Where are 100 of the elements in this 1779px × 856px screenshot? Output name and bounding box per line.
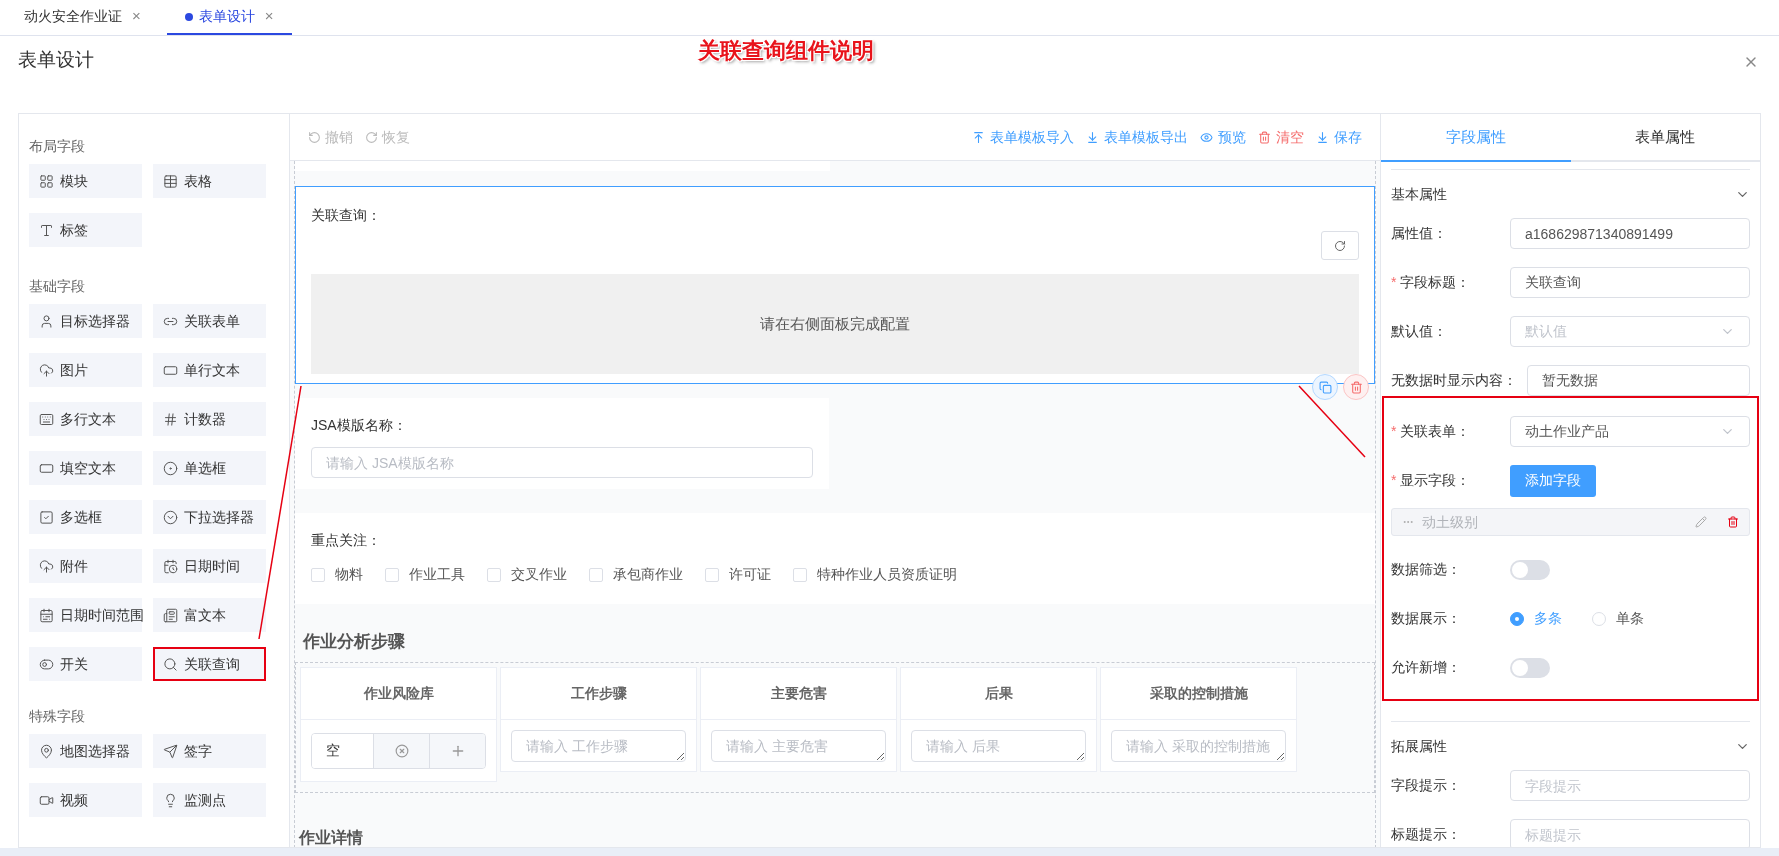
field-type-item[interactable]: 表格 bbox=[153, 164, 266, 198]
send-icon bbox=[163, 743, 178, 759]
field-type-item[interactable]: 开关 bbox=[29, 647, 142, 681]
edit-icon[interactable] bbox=[1695, 516, 1707, 528]
form-item-card[interactable]: 重点关注： 物料 作业工具 交叉作业 承包商作业 许可证 特种作业人员资质证明 bbox=[295, 513, 1375, 604]
checkbox-icon bbox=[39, 509, 54, 525]
field-label: 关联查询： bbox=[311, 206, 381, 225]
table-icon bbox=[163, 173, 178, 189]
field-type-item[interactable]: 单选框 bbox=[153, 451, 266, 485]
page-title: 表单设计 bbox=[18, 48, 94, 72]
select-field[interactable]: 动土作业产品 bbox=[1510, 416, 1750, 447]
add-button[interactable] bbox=[429, 733, 485, 768]
field-label: JSA模版名称： bbox=[311, 416, 407, 435]
close-tab-button[interactable]: × bbox=[132, 5, 141, 28]
field-type-item[interactable]: 计数器 bbox=[153, 402, 266, 436]
text-area[interactable]: 请输入 采取的控制措施 bbox=[1111, 729, 1286, 762]
column-header: 工作步骤 bbox=[501, 668, 696, 720]
page-tab[interactable]: 表单设计 × bbox=[166, 0, 292, 35]
toggle-switch[interactable] bbox=[1510, 559, 1550, 580]
chevron-circle-icon bbox=[163, 509, 178, 525]
panel-tab[interactable]: 表单属性 bbox=[1570, 114, 1760, 162]
field-name: 动土级别 bbox=[1422, 512, 1479, 532]
keyboard-icon bbox=[39, 411, 54, 427]
field-type-item[interactable]: 视频 bbox=[29, 783, 142, 817]
download-icon bbox=[1316, 130, 1329, 144]
calendar-icon bbox=[39, 607, 54, 623]
form-item-card[interactable]: JSA模版名称： 请输入 JSA模版名称 bbox=[295, 398, 829, 489]
refresh-icon bbox=[1334, 239, 1346, 252]
field-type-item[interactable]: 模块 bbox=[29, 164, 142, 198]
property-label: * 字段标题： bbox=[1391, 273, 1472, 292]
field-type-item[interactable]: 单行文本 bbox=[153, 353, 266, 387]
field-type-item[interactable]: 关联表单 bbox=[153, 304, 266, 338]
cloud-upload-icon bbox=[39, 558, 54, 574]
field-type-item[interactable]: 关联查询 bbox=[153, 647, 266, 681]
calendar-clock-icon bbox=[163, 558, 178, 574]
text-input[interactable]: 暂无数据 bbox=[1527, 365, 1750, 396]
upload-icon bbox=[972, 130, 985, 144]
text-input[interactable]: 关联查询 bbox=[1510, 267, 1750, 298]
field-type-item[interactable]: 下拉选择器 bbox=[153, 500, 266, 534]
property-label: 无数据时显示内容： bbox=[1391, 371, 1518, 390]
property-label: 标题提示： bbox=[1391, 825, 1462, 844]
field-type-item[interactable]: 标签 bbox=[29, 213, 142, 247]
field-type-item[interactable]: 签字 bbox=[153, 734, 266, 768]
field-type-item[interactable]: 图片 bbox=[29, 353, 142, 387]
checkbox[interactable]: 作业工具 bbox=[385, 564, 465, 585]
section-header[interactable]: 基本属性 bbox=[1391, 174, 1750, 214]
property-label: 字段提示： bbox=[1391, 776, 1462, 795]
clear-icon bbox=[394, 743, 409, 758]
section-header[interactable]: 拓展属性 bbox=[1391, 726, 1750, 766]
trash-icon bbox=[1258, 130, 1271, 144]
field-type-item[interactable]: 填空文本 bbox=[29, 451, 142, 485]
text-input[interactable]: 请输入 JSA模版名称 bbox=[311, 447, 813, 478]
field-type-item[interactable]: 地图选择器 bbox=[29, 734, 142, 768]
checkbox[interactable]: 物料 bbox=[311, 564, 363, 585]
close-tab-button[interactable]: × bbox=[264, 5, 274, 28]
eye-icon bbox=[1200, 130, 1213, 144]
radio-option[interactable]: 单条 bbox=[1592, 608, 1644, 629]
property-label: * 显示字段： bbox=[1391, 471, 1472, 490]
hash-icon bbox=[163, 411, 178, 427]
page-tab[interactable]: 动火安全作业证 × bbox=[18, 0, 147, 35]
group-title: 基础字段 bbox=[29, 277, 85, 296]
text-icon bbox=[39, 222, 54, 238]
trash-icon[interactable] bbox=[1727, 516, 1739, 528]
trash-icon bbox=[1349, 380, 1363, 394]
section-title: 作业分析步骤 bbox=[301, 631, 406, 653]
text-input[interactable]: 标题提示 bbox=[1510, 819, 1750, 847]
checkbox[interactable]: 许可证 bbox=[705, 564, 771, 585]
lookup-widget[interactable]: 关联查询： 请在右侧面板完成配置 bbox=[295, 186, 1375, 384]
text-area[interactable]: 请输入 主要危害 bbox=[711, 729, 886, 762]
field-type-item[interactable]: 日期时间范围 bbox=[29, 598, 142, 632]
cloud-upload-icon bbox=[39, 362, 54, 378]
field-type-item[interactable]: 日期时间 bbox=[153, 549, 266, 583]
field-type-item[interactable]: 多行文本 bbox=[29, 402, 142, 436]
undo-icon bbox=[308, 130, 321, 144]
annotation-title: 关联查询组件说明 bbox=[698, 37, 874, 65]
checkbox[interactable]: 特种作业人员资质证明 bbox=[793, 564, 957, 585]
text-area[interactable]: 请输入 后果 bbox=[911, 729, 1086, 762]
field-type-item[interactable]: 监测点 bbox=[153, 783, 266, 817]
copy-icon bbox=[1318, 380, 1332, 394]
field-type-item[interactable]: 多选框 bbox=[29, 500, 142, 534]
column-header: 作业风险库 bbox=[301, 668, 496, 720]
refresh-button[interactable] bbox=[1321, 231, 1359, 260]
column-header: 后果 bbox=[901, 668, 1096, 720]
lightbulb-icon bbox=[163, 792, 178, 808]
text-input[interactable]: a168629871340891499 bbox=[1510, 218, 1750, 249]
text-area[interactable]: 请输入 工作步骤 bbox=[511, 729, 686, 762]
field-type-item[interactable]: 富文本 bbox=[153, 598, 266, 632]
field-type-item[interactable]: 目标选择器 bbox=[29, 304, 142, 338]
clear-button[interactable] bbox=[373, 733, 429, 768]
risk-picker[interactable]: 空 bbox=[311, 732, 486, 769]
checkbox[interactable]: 交叉作业 bbox=[487, 564, 567, 585]
radio-icon bbox=[163, 460, 178, 476]
toggle-switch[interactable] bbox=[1510, 657, 1550, 678]
redo-icon bbox=[365, 130, 378, 144]
group-title: 特殊字段 bbox=[29, 707, 85, 726]
field-label: 重点关注： bbox=[311, 531, 381, 550]
checkbox[interactable]: 承包商作业 bbox=[589, 564, 683, 585]
field-type-item[interactable]: 附件 bbox=[29, 549, 142, 583]
text-input[interactable]: 字段提示 bbox=[1510, 770, 1750, 801]
group-title: 布局字段 bbox=[29, 137, 85, 156]
